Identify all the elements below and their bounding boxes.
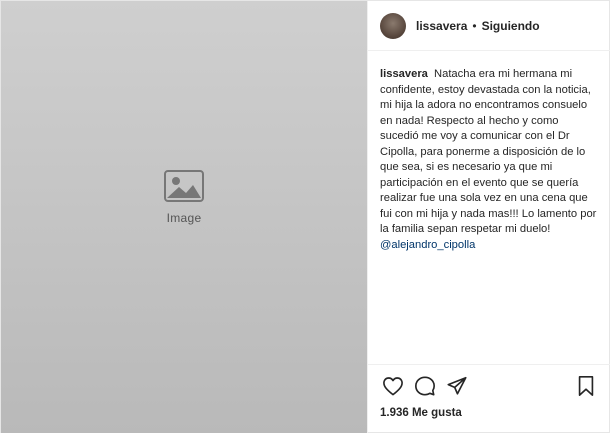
share-button[interactable] — [444, 373, 470, 399]
action-bar — [380, 371, 599, 401]
caption-text: Natacha era mi hermana mi confidente, es… — [380, 68, 597, 235]
image-placeholder-label: Image — [166, 210, 202, 225]
heart-icon — [383, 377, 403, 396]
save-button[interactable] — [573, 373, 599, 399]
caption-mention-link[interactable]: @alejandro_cipolla — [380, 239, 475, 251]
instagram-post: Image lissavera • Siguiendo lissavera Na… — [0, 0, 610, 433]
comment-icon — [415, 376, 435, 396]
share-icon — [447, 376, 467, 395]
post-image-placeholder[interactable]: Image — [1, 1, 367, 433]
likes-count[interactable]: 1.936 Me gusta — [380, 407, 599, 419]
post-header: lissavera • Siguiendo — [368, 1, 610, 51]
header-separator: • — [472, 18, 477, 33]
like-button[interactable] — [380, 373, 406, 399]
bookmark-icon — [578, 376, 594, 396]
avatar[interactable] — [380, 12, 406, 39]
comment-button[interactable] — [412, 373, 438, 399]
post-side-panel: lissavera • Siguiendo lissavera Natacha … — [367, 1, 610, 433]
image-placeholder-icon — [164, 169, 204, 202]
caption-author[interactable]: lissavera — [380, 68, 428, 80]
comments-area: lissavera Natacha era mi hermana mi conf… — [368, 51, 610, 364]
post-caption: lissavera Natacha era mi hermana mi conf… — [380, 67, 599, 253]
following-button[interactable]: Siguiendo — [482, 19, 540, 33]
post-footer: 1.936 Me gusta — [368, 364, 610, 433]
header-username[interactable]: lissavera — [416, 19, 467, 33]
